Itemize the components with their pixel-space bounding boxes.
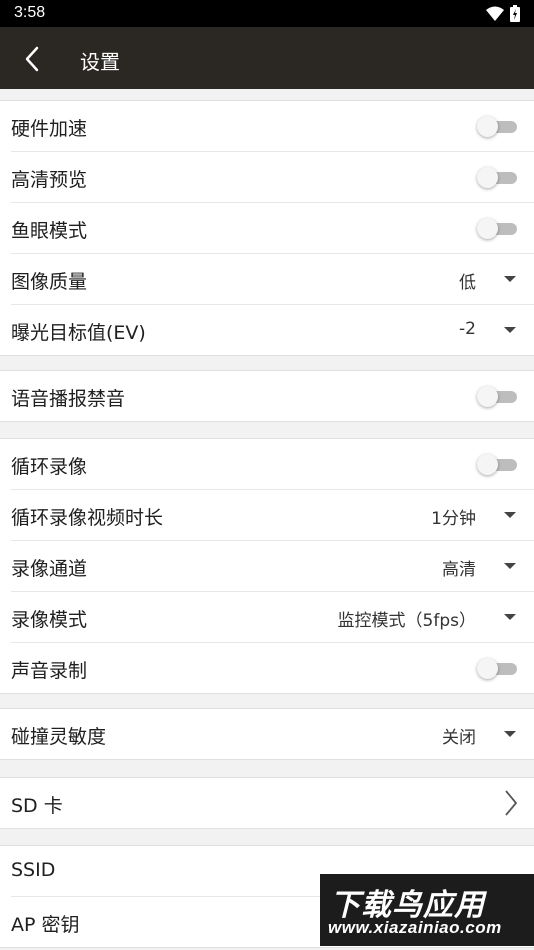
- recording-channel-value: 高清: [442, 560, 476, 580]
- dropdown-arrow-icon[interactable]: [504, 327, 516, 333]
- settings-group-voice: 语音播报禁音: [0, 370, 534, 422]
- app-bar: 设置: [0, 27, 534, 89]
- setting-row-recording-channel[interactable]: 录像通道 高清: [11, 541, 534, 592]
- setting-label: 录像通道: [11, 558, 88, 580]
- back-arrow-icon: [25, 46, 39, 72]
- voice-mute-toggle[interactable]: [477, 386, 517, 407]
- dropdown-arrow-icon[interactable]: [504, 512, 516, 518]
- setting-label: 鱼眼模式: [11, 220, 88, 242]
- settings-group-storage: SD 卡: [0, 777, 534, 829]
- settings-group-recording: 循环录像 循环录像视频时长 1分钟 录像通道 高清 录像模式 监控模式（5fps…: [0, 438, 534, 694]
- setting-label: 碰撞灵敏度: [11, 726, 107, 748]
- dropdown-arrow-icon[interactable]: [504, 614, 516, 620]
- settings-group-collision: 碰撞灵敏度 关闭: [0, 708, 534, 760]
- exposure-target-value: -2: [459, 319, 476, 339]
- audio-recording-toggle[interactable]: [477, 658, 517, 679]
- setting-label: 图像质量: [11, 271, 88, 293]
- dropdown-arrow-icon[interactable]: [504, 276, 516, 282]
- setting-row-voice-mute[interactable]: 语音播报禁音: [11, 371, 534, 421]
- settings-group-display: 硬件加速 高清预览 鱼眼模式 图像质量 低 曝光目标值(EV) -2: [0, 100, 534, 356]
- setting-row-sd-card[interactable]: SD 卡: [11, 778, 534, 828]
- loop-recording-toggle[interactable]: [477, 454, 517, 475]
- setting-row-loop-recording[interactable]: 循环录像: [11, 439, 534, 490]
- setting-label: 循环录像: [11, 456, 88, 478]
- hd-preview-toggle[interactable]: [477, 167, 517, 188]
- setting-row-hardware-acceleration[interactable]: 硬件加速: [11, 101, 534, 152]
- setting-row-collision-sensitivity[interactable]: 碰撞灵敏度 关闭: [11, 709, 534, 759]
- status-icons: [486, 5, 520, 27]
- back-button[interactable]: [14, 41, 50, 77]
- battery-icon: [510, 5, 520, 27]
- setting-label: SD 卡: [11, 795, 63, 817]
- watermark: 下载鸟应用 www.xiazainiao.com: [320, 874, 534, 946]
- status-time: 3:58: [14, 4, 46, 21]
- setting-row-hd-preview[interactable]: 高清预览: [11, 152, 534, 203]
- hardware-acceleration-toggle[interactable]: [477, 116, 517, 137]
- setting-row-loop-duration[interactable]: 循环录像视频时长 1分钟: [11, 490, 534, 541]
- setting-label: 循环录像视频时长: [11, 507, 164, 529]
- setting-row-recording-mode[interactable]: 录像模式 监控模式（5fps）: [11, 592, 534, 643]
- chevron-right-icon: [505, 790, 518, 816]
- setting-label: 曝光目标值(EV): [11, 322, 146, 344]
- setting-label: SSID: [11, 859, 56, 881]
- recording-mode-value: 监控模式（5fps）: [337, 611, 476, 631]
- setting-label: 声音录制: [11, 660, 88, 682]
- loop-duration-value: 1分钟: [431, 509, 476, 529]
- setting-label: 硬件加速: [11, 118, 88, 140]
- image-quality-value: 低: [459, 273, 476, 293]
- collision-sensitivity-value: 关闭: [442, 728, 476, 748]
- setting-row-fisheye-mode[interactable]: 鱼眼模式: [11, 203, 534, 254]
- dropdown-arrow-icon[interactable]: [504, 563, 516, 569]
- dropdown-arrow-icon[interactable]: [504, 731, 516, 737]
- page-title: 设置: [80, 50, 120, 74]
- setting-row-exposure-target[interactable]: 曝光目标值(EV) -2: [11, 305, 534, 355]
- setting-label: AP 密钥: [11, 914, 80, 936]
- wifi-icon: [486, 6, 504, 27]
- setting-row-image-quality[interactable]: 图像质量 低: [11, 254, 534, 305]
- setting-label: 录像模式: [11, 609, 88, 631]
- setting-label: 语音播报禁音: [11, 388, 126, 410]
- setting-label: 高清预览: [11, 169, 88, 191]
- fisheye-mode-toggle[interactable]: [477, 218, 517, 239]
- watermark-url: www.xiazainiao.com: [328, 918, 502, 937]
- setting-row-audio-recording[interactable]: 声音录制: [11, 643, 534, 693]
- status-bar: 3:58: [0, 0, 534, 27]
